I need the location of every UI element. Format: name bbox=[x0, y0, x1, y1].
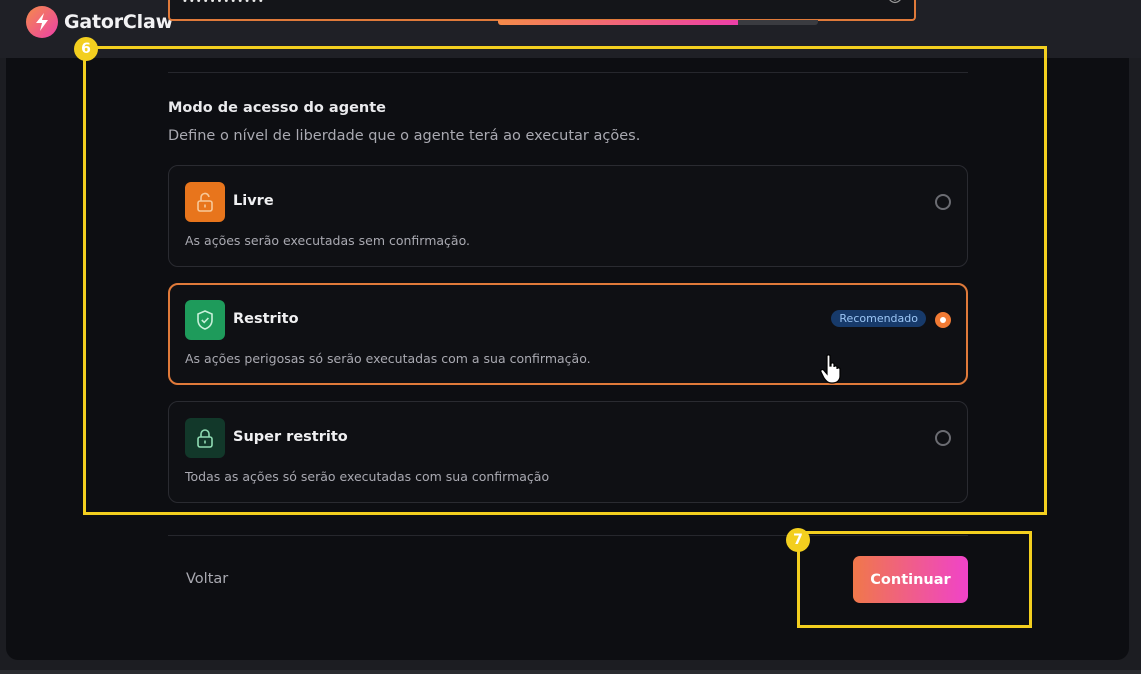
annotation-box-6 bbox=[83, 46, 1047, 515]
app-name: GatorClaw bbox=[64, 11, 173, 33]
masked-value: •••••••••••• bbox=[182, 0, 265, 7]
back-button[interactable]: Voltar bbox=[186, 571, 228, 587]
progress-fill bbox=[498, 20, 738, 25]
page: GatorClaw •••••••••••• Modo de acesso do… bbox=[0, 0, 1141, 674]
hand-cursor-icon bbox=[819, 353, 845, 389]
progress-bar bbox=[498, 20, 818, 25]
bolt-icon bbox=[26, 6, 58, 38]
app-logo: GatorClaw bbox=[26, 6, 173, 38]
annotation-number-7: 7 bbox=[786, 528, 810, 552]
annotation-number-6: 6 bbox=[74, 37, 98, 61]
window-bottom-edge bbox=[0, 670, 1141, 674]
eye-icon[interactable] bbox=[888, 0, 902, 7]
api-key-field[interactable]: •••••••••••• bbox=[168, 0, 916, 21]
annotation-box-7 bbox=[797, 531, 1032, 628]
